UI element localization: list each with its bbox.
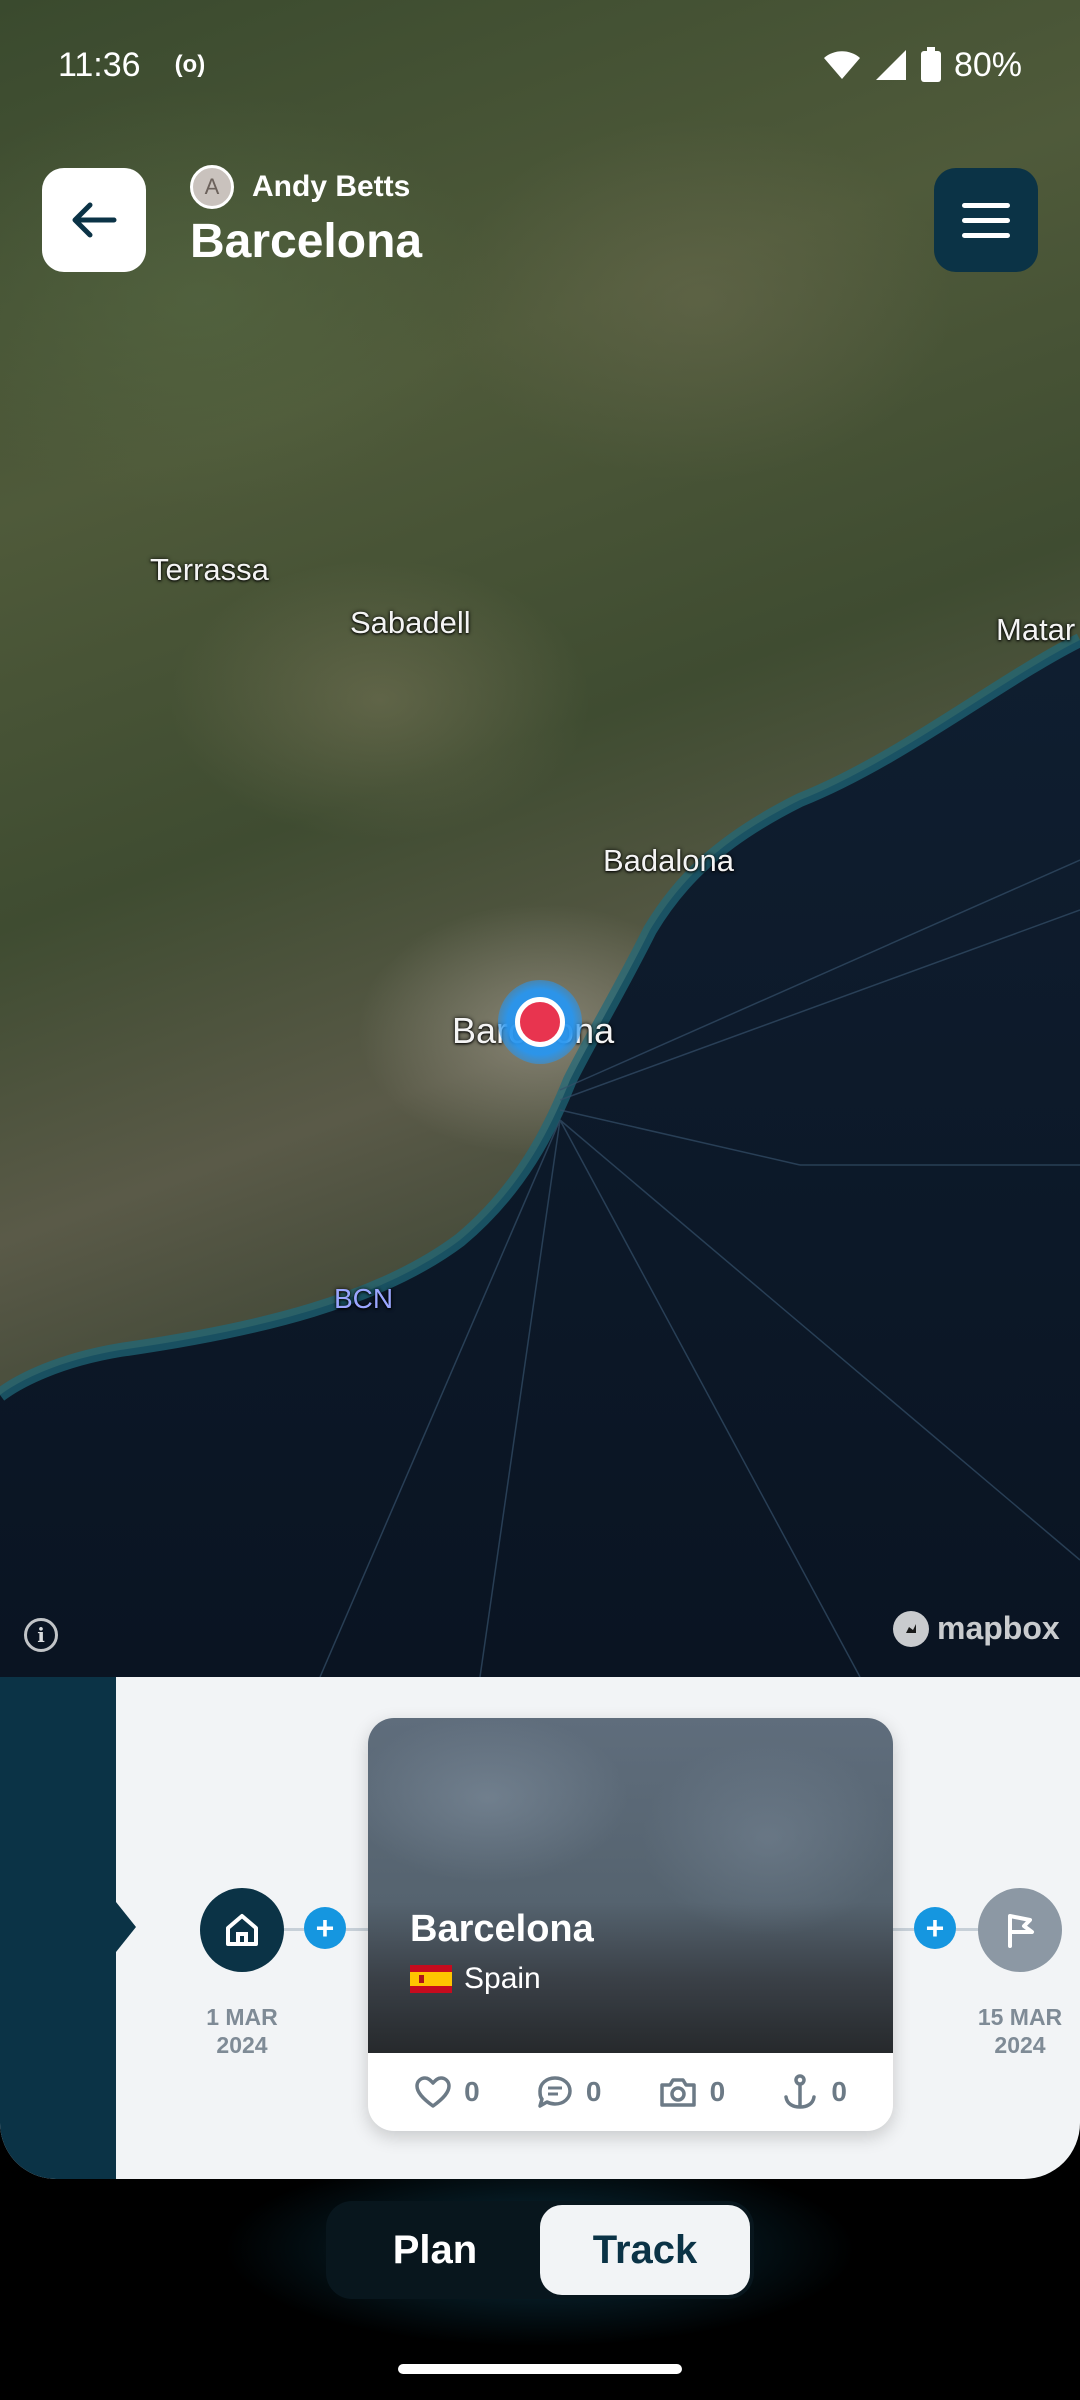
info-icon[interactable]: i xyxy=(24,1618,58,1652)
add-stop-before-button[interactable]: + xyxy=(304,1907,346,1949)
map-label-sabadell: Sabadell xyxy=(350,605,471,640)
comments-stat[interactable]: 0 xyxy=(536,2074,602,2110)
heart-icon xyxy=(415,2076,451,2108)
camera-icon xyxy=(659,2078,696,2107)
status-time: 11:36 xyxy=(58,45,141,84)
trip-start-date: 1 MAR 2024 xyxy=(182,2003,302,2059)
signal-icon xyxy=(875,50,906,80)
anchors-count: 0 xyxy=(831,2076,847,2107)
stop-country-row: Spain xyxy=(410,1962,541,1996)
home-icon xyxy=(226,1914,258,1946)
anchors-stat[interactable]: 0 xyxy=(781,2073,847,2111)
stop-country: Spain xyxy=(464,1962,541,1995)
flag-icon xyxy=(1008,1914,1034,1948)
menu-bar xyxy=(962,202,1010,208)
menu-button[interactable] xyxy=(934,168,1038,272)
menu-bar xyxy=(962,232,1010,238)
avatar: A xyxy=(190,165,234,209)
battery-icon xyxy=(920,47,941,82)
location-pin-core xyxy=(515,997,565,1047)
start-date-year: 2024 xyxy=(216,2032,268,2058)
comment-icon xyxy=(538,2076,572,2108)
tab-track[interactable]: Track xyxy=(540,2205,750,2295)
timeline-side-stripe xyxy=(0,1677,116,2179)
mapbox-label: mapbox xyxy=(937,1610,1060,1646)
stop-name: Barcelona xyxy=(410,1908,594,1950)
end-date-day: 15 MAR xyxy=(977,2004,1063,2030)
stop-stats: 0 0 0 0 xyxy=(368,2053,893,2131)
timeline-stripe-pointer xyxy=(116,1902,136,1952)
likes-stat[interactable]: 0 xyxy=(414,2075,480,2109)
back-button[interactable] xyxy=(42,168,146,272)
photos-stat[interactable]: 0 xyxy=(658,2075,726,2109)
battery-percent: 80% xyxy=(953,45,1022,84)
add-stop-after-button[interactable]: + xyxy=(914,1907,956,1949)
menu-bar xyxy=(962,217,1010,223)
owner-name: Andy Betts xyxy=(252,170,411,203)
spain-flag-icon xyxy=(410,1965,452,1993)
trip-start-node[interactable] xyxy=(200,1888,284,1972)
wifi-icon xyxy=(823,51,860,79)
timeline-panel[interactable]: 1 MAR 2024 + Barcelona Spain 0 0 0 0 + 1… xyxy=(0,1677,1080,2179)
map-label-badalona: Badalona xyxy=(603,843,735,878)
plan-track-switch[interactable]: Plan Track xyxy=(326,2201,754,2299)
map-view[interactable]: Terrassa Sabadell Matar Badalona Barcelo… xyxy=(0,0,1080,1677)
tab-plan[interactable]: Plan xyxy=(330,2205,540,2295)
likes-count: 0 xyxy=(464,2076,480,2107)
end-date-year: 2024 xyxy=(994,2032,1046,2058)
comments-count: 0 xyxy=(585,2076,602,2107)
mapbox-logo-icon xyxy=(893,1610,929,1647)
mapbox-attribution[interactable]: mapbox xyxy=(893,1610,1060,1647)
status-bar: 11:36 (o) 80% xyxy=(0,0,1080,130)
hotspot-indicator: (o) xyxy=(174,51,206,78)
sea-area xyxy=(0,633,1080,1677)
map-label-terrassa: Terrassa xyxy=(150,552,269,587)
anchor-icon xyxy=(784,2074,817,2109)
home-indicator[interactable] xyxy=(398,2364,682,2374)
arrow-left-icon xyxy=(72,202,117,238)
photos-count: 0 xyxy=(709,2076,726,2107)
map-label-mataro: Matar xyxy=(996,612,1076,647)
map-label-bcn-airport: BCN xyxy=(334,1283,394,1314)
trip-end-date: 15 MAR 2024 xyxy=(960,2003,1080,2059)
start-date-day: 1 MAR xyxy=(206,2004,278,2030)
trip-end-node[interactable] xyxy=(978,1888,1062,1972)
stop-card-image xyxy=(368,1718,893,2053)
location-pin[interactable] xyxy=(498,980,582,1064)
page-title: Barcelona xyxy=(190,215,423,268)
trip-owner[interactable]: A Andy Betts xyxy=(190,165,410,209)
stop-card[interactable]: Barcelona Spain 0 0 0 0 xyxy=(368,1718,893,2131)
